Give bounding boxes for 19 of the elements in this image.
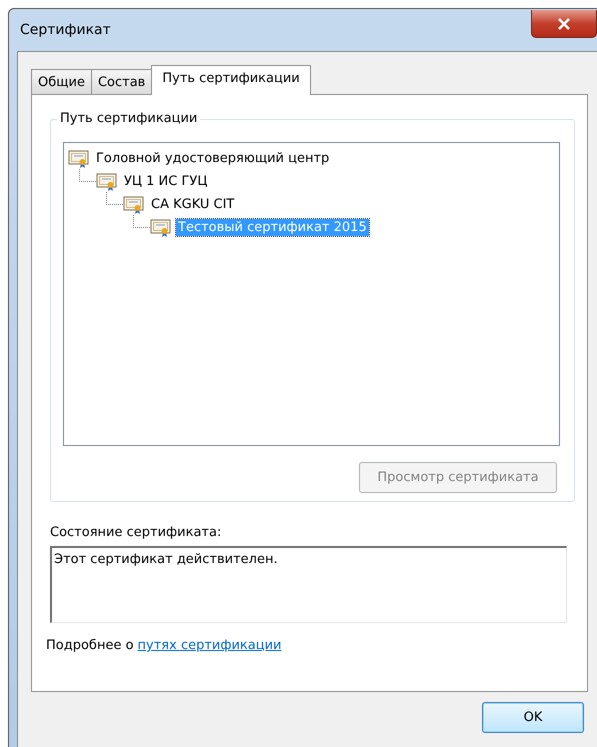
certification-paths-link[interactable]: путях сертификации bbox=[138, 638, 282, 653]
window-title: Сертификат bbox=[20, 22, 111, 38]
certificate-icon bbox=[68, 150, 90, 168]
ok-button[interactable]: OK bbox=[482, 702, 584, 733]
more-info-text: Подробнее о bbox=[46, 638, 134, 653]
tab[interactable]: Общие bbox=[31, 69, 92, 94]
certificate-icon bbox=[150, 218, 172, 236]
certificate-icon bbox=[123, 196, 145, 214]
group-title: Путь сертификации bbox=[57, 111, 200, 126]
tree-item[interactable]: Головной удостоверяющий центр bbox=[94, 150, 332, 167]
close-icon bbox=[557, 18, 571, 30]
certificate-icon bbox=[96, 172, 118, 190]
close-button[interactable] bbox=[531, 10, 597, 38]
tree-item[interactable]: CA KGKU CIT bbox=[149, 196, 236, 213]
status-label: Состояние сертификата: bbox=[50, 525, 222, 540]
tab[interactable]: Состав bbox=[90, 69, 152, 94]
tree-item[interactable]: УЦ 1 ИС ГУЦ bbox=[122, 173, 210, 190]
status-field: Этот сертификат действителен. bbox=[50, 546, 567, 623]
tab[interactable]: Путь сертификации bbox=[151, 65, 311, 95]
